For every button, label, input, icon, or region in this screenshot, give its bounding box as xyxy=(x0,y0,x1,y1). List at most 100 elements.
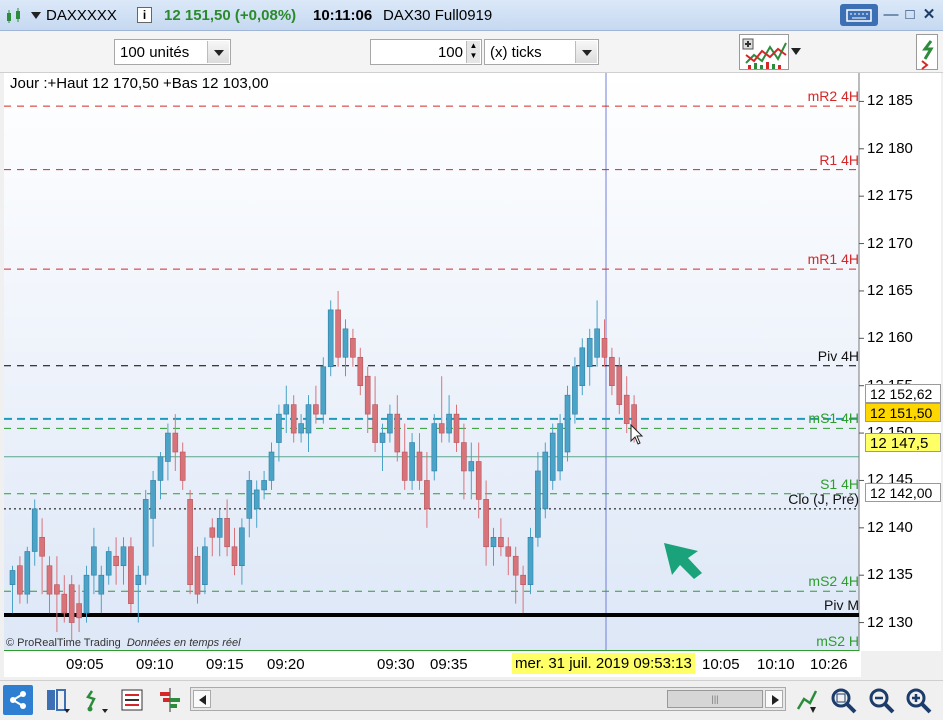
candle-body xyxy=(276,413,282,443)
daily-range-header: Jour :+Haut 12 170,50 +Bas 12 103,00 xyxy=(10,75,269,92)
stepper-icon[interactable]: ▲ ▼ xyxy=(466,41,480,63)
cursor-price-box: 12 152,62 xyxy=(865,384,941,403)
candle-body xyxy=(616,366,623,405)
time-tick: 09:15 xyxy=(206,656,244,673)
candle-body xyxy=(224,518,230,548)
price-chart[interactable] xyxy=(4,73,941,651)
candle-body xyxy=(120,546,127,567)
zoom-in-icon[interactable] xyxy=(903,685,933,715)
chevron-down-icon[interactable] xyxy=(207,41,229,63)
candle-body xyxy=(468,461,475,472)
list-icon[interactable] xyxy=(117,685,147,715)
indicators-menu-icon[interactable] xyxy=(791,48,801,56)
price-tick: 12 140 xyxy=(867,518,913,536)
candle-body xyxy=(498,536,504,548)
ticks-unit-select[interactable]: (x) ticks xyxy=(484,39,599,65)
candle-body xyxy=(209,527,216,538)
chart-area[interactable]: Jour :+Haut 12 170,50 +Bas 12 103,00 mR2… xyxy=(4,73,941,651)
instrument-menu-icon[interactable] xyxy=(31,12,41,20)
level-label: mR2 4H xyxy=(807,88,859,105)
candle-body xyxy=(39,536,45,557)
watermark: © ProRealTime Trading Données en temps r… xyxy=(6,637,241,649)
candle-body xyxy=(579,347,586,386)
candle-body xyxy=(564,394,571,453)
candle-body xyxy=(98,574,105,595)
candle-body xyxy=(394,413,401,453)
last-time: 10:11:06 xyxy=(313,7,373,24)
candle-body xyxy=(239,527,245,567)
candle-body xyxy=(505,546,512,557)
candle-body xyxy=(535,470,541,538)
candle-body xyxy=(172,432,179,453)
level-label: Clo (J, Pré) xyxy=(788,490,859,507)
candle-body xyxy=(194,555,201,595)
candle-body xyxy=(298,423,304,434)
candle-body xyxy=(416,451,423,481)
candle-body xyxy=(31,508,38,552)
last-price: 12 151,50 (+0,08%) xyxy=(164,7,297,24)
candle-body xyxy=(17,565,23,595)
zoom-fit-icon[interactable] xyxy=(828,685,858,715)
title-bar: DAXXXXX i 12 151,50 (+0,08%) 10:11:06 DA… xyxy=(0,0,943,31)
layout-icon[interactable] xyxy=(42,685,72,715)
candle-body xyxy=(350,338,356,358)
candle-body xyxy=(512,555,519,576)
chevron-down-icon[interactable] xyxy=(575,41,597,63)
scroll-right-icon[interactable] xyxy=(765,690,783,708)
candle-body xyxy=(9,570,16,585)
link-icon xyxy=(921,40,934,70)
candle-body xyxy=(216,518,223,538)
candle-body xyxy=(83,574,90,614)
candle-body xyxy=(335,309,341,358)
price-tick: 12 175 xyxy=(867,187,913,205)
candle-body xyxy=(379,432,386,443)
candle-body xyxy=(461,442,467,472)
candle-body xyxy=(623,394,630,424)
minimize-icon[interactable]: — xyxy=(882,6,900,24)
scroll-left-icon[interactable] xyxy=(193,690,211,708)
keyboard-icon[interactable] xyxy=(840,4,878,26)
candle-body xyxy=(542,451,549,510)
candle-body xyxy=(313,404,319,415)
zoom-out-icon[interactable] xyxy=(866,685,896,715)
toolbar: 100 unités 100 ▲ ▼ (x) ticks xyxy=(0,31,943,73)
side-panel-button[interactable] xyxy=(916,34,938,70)
candle-body xyxy=(150,480,156,519)
candle-body xyxy=(557,423,563,472)
candle-body xyxy=(128,546,134,604)
candle-body xyxy=(483,499,489,548)
maximize-icon[interactable]: □ xyxy=(901,6,919,24)
candle-body xyxy=(157,456,164,481)
price-axis-background xyxy=(859,73,941,651)
close-icon[interactable]: ✕ xyxy=(920,6,938,24)
info-icon[interactable]: i xyxy=(137,7,152,23)
time-tick: 09:05 xyxy=(66,656,104,673)
instrument-name[interactable]: DAXXXXX xyxy=(46,7,117,24)
candle-body xyxy=(453,413,460,443)
time-tick: 09:20 xyxy=(267,656,305,673)
units-select[interactable]: 100 unités xyxy=(114,39,231,65)
candle-body xyxy=(113,555,119,567)
level-label: R1 4H xyxy=(819,151,859,168)
order-book-icon[interactable] xyxy=(155,685,185,715)
scroll-thumb[interactable]: ||| xyxy=(667,690,763,708)
drawing-tools-icon[interactable] xyxy=(82,685,112,715)
candle-body xyxy=(342,328,349,358)
price-tick: 12 180 xyxy=(867,139,913,157)
share-icon[interactable] xyxy=(3,685,33,715)
auto-scale-icon[interactable] xyxy=(792,685,822,715)
ticks-value-input[interactable]: 100 ▲ ▼ xyxy=(370,39,482,65)
candle-body xyxy=(283,404,290,415)
time-tick: 10:10 xyxy=(757,656,795,673)
indicators-icon xyxy=(742,38,787,69)
time-axis[interactable]: 09:05 09:10 09:15 09:20 09:30 09:35 mer.… xyxy=(4,651,861,677)
indicators-button[interactable] xyxy=(739,34,789,70)
horizontal-scrollbar[interactable]: ||| xyxy=(190,687,786,711)
candle-body xyxy=(409,442,415,481)
candle-body xyxy=(142,499,149,576)
time-tick: 09:30 xyxy=(377,656,415,673)
candle-body xyxy=(76,603,82,619)
candle-body xyxy=(105,551,112,576)
candle-body xyxy=(387,413,393,434)
price-tick: 12 165 xyxy=(867,281,913,299)
